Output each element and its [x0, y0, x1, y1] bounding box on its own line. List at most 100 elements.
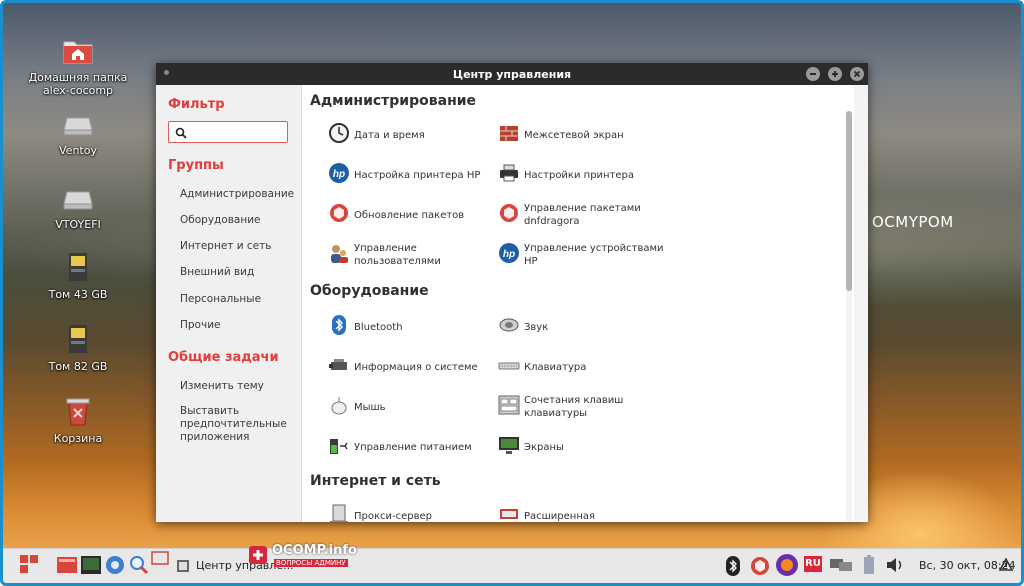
firefox-tray-icon[interactable] — [775, 553, 799, 577]
groups-heading: Группы — [168, 158, 224, 173]
network-tray-icon[interactable] — [829, 557, 853, 573]
scrollbar-thumb[interactable] — [846, 111, 852, 291]
bluetooth-icon — [332, 315, 346, 335]
system-info-icon — [329, 359, 347, 370]
volume-tray-icon[interactable] — [885, 556, 905, 574]
desktop-icon-label: Домашняя папка alex-cocomp — [28, 71, 128, 97]
display-icon — [499, 437, 519, 454]
svg-text:hp: hp — [503, 249, 515, 260]
package-tray-icon[interactable] — [749, 555, 771, 577]
item-dnfdragora[interactable]: Управление пакетами dnfdragora — [498, 198, 670, 232]
item-label: Экраны — [524, 441, 564, 453]
window-titlebar[interactable]: Центр управления — [156, 63, 868, 85]
main-content: Администрирование Дата и время Межсетево… — [302, 85, 854, 522]
start-menu-icon[interactable] — [20, 555, 38, 575]
clock-icon — [329, 123, 349, 143]
item-bluetooth[interactable]: Bluetooth — [328, 310, 500, 344]
item-power-management[interactable]: Управление питанием — [328, 430, 500, 464]
desktop-icon-label: VTOYEFI — [55, 218, 101, 231]
desktop-icon-label: Ventoy — [59, 144, 97, 157]
notifications-icon[interactable] — [999, 558, 1013, 572]
item-firewall[interactable]: Межсетевой экран — [498, 118, 670, 152]
item-label: Звук — [524, 321, 549, 333]
window-title: Центр управления — [452, 68, 572, 81]
item-advanced-network[interactable]: Расширенная — [498, 499, 670, 522]
item-label: Обновление пакетов — [354, 209, 465, 221]
control-center-window: Центр управления Фильтр Группы Администр… — [156, 63, 868, 522]
item-system-info[interactable]: Информация о системе — [328, 350, 500, 384]
battery-icon — [330, 439, 348, 454]
item-label: Сочетания клавиш клавиатуры — [524, 395, 624, 419]
item-sound[interactable]: Звук — [498, 310, 670, 344]
desktop-icon-volume-43[interactable]: Том 43 GB — [28, 250, 128, 301]
terminal-launcher-icon[interactable] — [80, 554, 102, 576]
item-hp-device-manager[interactable]: hp Управление устройствами HP — [498, 238, 670, 272]
item-mouse[interactable]: Мышь — [328, 390, 500, 424]
task-change-theme[interactable]: Изменить тему — [180, 380, 295, 393]
battery-tray-icon[interactable] — [861, 554, 877, 576]
watermark-subtitle: ВОПРОСЫ АДМИНУ — [274, 559, 348, 567]
item-label: Мышь — [354, 401, 386, 413]
browser-launcher-icon[interactable] — [104, 554, 126, 576]
desktop-icon-vtoyefi[interactable]: VTOYEFI — [28, 180, 128, 231]
bluetooth-tray-icon[interactable] — [725, 555, 741, 577]
common-tasks-heading: Общие задачи — [168, 350, 279, 365]
mouse-icon — [331, 397, 347, 415]
minimize-button[interactable] — [806, 67, 820, 81]
sidebar-group-administration[interactable]: Администрирование — [180, 188, 295, 201]
section-title-hardware: Оборудование — [310, 283, 429, 299]
filter-heading: Фильтр — [168, 97, 225, 112]
item-printer-settings[interactable]: Настройки принтера — [498, 158, 670, 192]
sidebar-group-other[interactable]: Прочие — [180, 319, 295, 332]
search-launcher-icon[interactable] — [128, 554, 150, 576]
item-label: Информация о системе — [354, 361, 478, 373]
desktop-icon-trash[interactable]: Корзина — [28, 394, 128, 445]
item-package-update[interactable]: Обновление пакетов — [328, 198, 500, 232]
package-icon — [330, 204, 348, 222]
desktop-icon-home[interactable]: Домашняя папка alex-cocomp — [28, 33, 128, 97]
desktop-icon-ventoy[interactable]: Ventoy — [28, 106, 128, 157]
sidebar-group-hardware[interactable]: Оборудование — [180, 214, 295, 227]
sidebar-group-internet[interactable]: Интернет и сеть — [180, 240, 295, 253]
item-displays[interactable]: Экраны — [498, 430, 670, 464]
desktop-icon-volume-82[interactable]: Том 82 GB — [28, 322, 128, 373]
item-label: Прокси-сервер — [354, 510, 433, 522]
control-center-icon — [177, 560, 189, 572]
desktop-icon-label: Том 82 GB — [48, 360, 108, 373]
item-label: Bluetooth — [354, 321, 403, 333]
close-button[interactable] — [850, 67, 864, 81]
sidebar-group-appearance[interactable]: Внешний вид — [180, 266, 295, 279]
wallpaper-text: OCMYPOM — [872, 213, 954, 231]
section-title-internet: Интернет и сеть — [310, 473, 441, 489]
maximize-button[interactable] — [828, 67, 842, 81]
trash-icon — [66, 398, 90, 426]
item-label: Управление питанием — [354, 441, 472, 453]
vertical-scrollbar[interactable] — [846, 111, 852, 522]
usb-drive-icon — [69, 325, 87, 353]
item-label: Настройка принтера HP — [354, 169, 481, 181]
task-preferred-apps[interactable]: Выставить предпочтительные приложения — [180, 405, 295, 444]
svg-text:hp: hp — [333, 169, 345, 180]
files-launcher-icon[interactable] — [56, 554, 78, 576]
keyboard-layout-indicator[interactable]: RU — [804, 556, 822, 572]
item-keyboard-shortcuts[interactable]: Сочетания клавиш клавиатуры — [498, 390, 670, 424]
keyboard-shortcuts-icon — [498, 395, 520, 415]
show-desktop-icon[interactable] — [151, 551, 169, 565]
package-icon — [500, 204, 518, 222]
item-date-time[interactable]: Дата и время — [328, 118, 500, 152]
hp-icon: hp — [499, 243, 519, 263]
taskbar: Центр управле... OCOMP.info ВОПРОСЫ АДМИ… — [3, 543, 1021, 584]
speaker-icon — [499, 318, 519, 332]
item-hp-printer-setup[interactable]: hp Настройка принтера HP — [328, 158, 500, 192]
item-keyboard[interactable]: Клавиатура — [498, 350, 670, 384]
minimize-icon — [810, 73, 816, 75]
item-user-management[interactable]: Управление пользователями — [328, 238, 500, 272]
search-icon — [175, 127, 187, 139]
watermark-title: OCOMP.info — [272, 543, 357, 558]
sidebar: Фильтр Группы Администрирование Оборудов… — [156, 85, 302, 522]
item-proxy[interactable]: Прокси-сервер — [328, 499, 500, 522]
drive-icon — [63, 117, 93, 136]
desktop-icon-label: Корзина — [53, 432, 103, 445]
search-input[interactable] — [168, 121, 288, 143]
sidebar-group-personal[interactable]: Персональные — [180, 293, 295, 306]
